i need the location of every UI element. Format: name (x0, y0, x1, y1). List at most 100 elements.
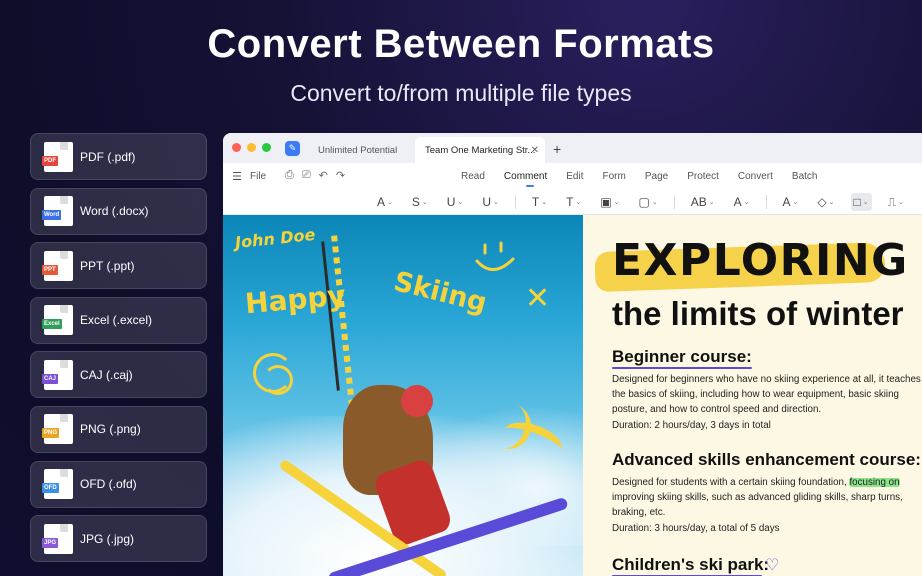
menu-item-edit[interactable]: Edit (566, 171, 583, 182)
highlight-tool-icon: A (377, 195, 386, 209)
squiggly-tool-button[interactable]: U ⌄ (479, 193, 502, 211)
file-icon: JPG (42, 523, 73, 554)
skier-photo: John Doe Happy Skiing ✕ (223, 215, 583, 576)
print-icon[interactable]: ⎚ (302, 169, 311, 182)
hero-title: Convert Between Formats (207, 22, 715, 66)
ab-tool-button[interactable]: AB ⌄ (688, 193, 718, 211)
chevron-down-icon: ⌄ (708, 199, 715, 206)
tab-unlimited-potential[interactable]: Unlimited Potential (318, 137, 397, 163)
file-icon: Excel (42, 305, 73, 336)
section-body: Designed for students with a certain ski… (612, 475, 922, 536)
font-color-tool-icon: A (733, 195, 742, 209)
section-paragraph: improving skiing skills, such as advance… (612, 492, 903, 519)
format-item[interactable]: PPT PPT (.ppt) (30, 242, 207, 290)
handwriting-name: John Doe (234, 224, 317, 253)
tab-team-one-marketing[interactable]: Team One Marketing Str... ✕ (415, 137, 545, 163)
file-type-tag: CAJ (42, 373, 59, 384)
smiley-doodle-icon (475, 241, 515, 271)
menu-item-comment[interactable]: Comment (504, 171, 547, 187)
underline-tool-icon: U (446, 195, 456, 209)
strikethrough-tool-button[interactable]: S ⌄ (409, 193, 431, 211)
format-item[interactable]: Word Word (.docx) (30, 187, 207, 235)
format-label: PPT (.ppt) (80, 258, 135, 273)
sparkle-doodle-icon: ✕ (525, 281, 551, 316)
chevron-down-icon: ⌄ (743, 199, 750, 206)
format-label: OFD (.ofd) (80, 477, 137, 492)
chevron-down-icon: ⌄ (651, 199, 658, 206)
file-icon: PDF (42, 141, 73, 172)
toolbar-divider (514, 195, 516, 209)
chevron-down-icon: ⌄ (862, 199, 869, 206)
format-item[interactable]: JPG JPG (.jpg) (30, 515, 207, 563)
skier-helmet (401, 385, 433, 417)
spiral-doodle (263, 365, 293, 395)
menu-item-protect[interactable]: Protect (687, 171, 719, 182)
textbox-tool-icon: T (566, 195, 574, 209)
toolbar-divider (673, 195, 675, 209)
file-type-tag: PDF (42, 155, 58, 166)
chevron-down-icon: ⌄ (541, 199, 548, 206)
note-tool-button[interactable]: ▣ ⌄ (597, 193, 622, 211)
save-icon[interactable]: ⎙ (285, 169, 294, 182)
format-label: JPG (.jpg) (80, 531, 135, 546)
font-color-tool-button[interactable]: A ⌄ (731, 193, 753, 211)
chevron-down-icon: ⌄ (575, 199, 582, 206)
toolbar-divider (765, 195, 767, 209)
textbox-tool-button[interactable]: T ⌄ (563, 193, 584, 211)
signature-tool-button[interactable]: ⎍ ⌄ (885, 193, 907, 211)
note-tool-icon: ▣ (600, 195, 612, 209)
new-tab-button[interactable]: + (553, 141, 561, 157)
format-item[interactable]: PDF PDF (.pdf) (30, 133, 207, 180)
callout-tool-button[interactable]: ▢ ⌄ (636, 193, 661, 211)
section-paragraph: Designed for beginners who have no skiin… (612, 374, 921, 416)
eraser-tool-icon: ◇ (817, 195, 827, 209)
underline-tool-button[interactable]: U ⌄ (444, 193, 467, 211)
section-title: Advanced skills enhancement course: (612, 450, 921, 469)
app-logo-icon: ✎ (285, 141, 300, 156)
format-item[interactable]: Excel Excel (.excel) (30, 296, 207, 344)
menu-item-convert[interactable]: Convert (738, 171, 773, 182)
main-menu: Read Comment Edit Form Page Protect Convert Bat… (461, 171, 836, 187)
minimize-window-button[interactable] (247, 143, 256, 152)
format-item[interactable]: OFD OFD (.ofd) (30, 460, 207, 508)
stamp-tool-button[interactable]: A ⌄ (780, 193, 802, 211)
file-type-tag: JPG (42, 537, 59, 548)
text-tool-icon: T (531, 195, 540, 209)
comment-toolbar: A ⌄ S ⌄ U ⌄ U ⌄ T ⌄ T ⌄ ▣ ⌄ ▢ ⌄ AB ⌄ A ⌄ A ⌄ ◇ ⌄ □ ⌄ ⎍ ⌄ (223, 189, 922, 215)
heart-doodle-icon: ♡ (765, 557, 780, 574)
redo-icon[interactable]: ↷ (336, 169, 345, 182)
menu-icon[interactable]: ☰ (232, 170, 242, 183)
chevron-down-icon: ⌄ (387, 199, 393, 206)
format-label: PDF (.pdf) (80, 149, 136, 164)
text-tool-button[interactable]: T ⌄ (529, 193, 550, 211)
section-duration: Duration: 3 hours/day, a total of 5 days (612, 522, 780, 534)
format-label: PNG (.png) (80, 422, 141, 437)
highlight-tool-button[interactable]: A ⌄ (374, 193, 396, 211)
close-window-button[interactable] (232, 143, 241, 152)
file-icon: PPT (42, 250, 73, 281)
format-list: PDF PDF (.pdf) Word Word (.docx) PPT PPT (.pp… (30, 133, 207, 570)
undo-icon[interactable]: ↶ (319, 169, 328, 182)
menu-item-batch[interactable]: Batch (792, 171, 818, 182)
tab-bar: ✎ Unlimited Potential Team One Marketing… (223, 133, 922, 163)
tab-label: Team One Marketing Str... (425, 144, 536, 156)
shape-tool-button[interactable]: □ ⌄ (850, 193, 872, 211)
close-tab-icon[interactable]: ✕ (531, 145, 539, 156)
file-menu[interactable]: File (250, 171, 266, 182)
format-label: Excel (.excel) (80, 313, 153, 328)
section-title: Beginner course: (612, 347, 752, 366)
menu-item-page[interactable]: Page (645, 171, 668, 182)
format-item[interactable]: CAJ CAJ (.caj) (30, 351, 207, 399)
menu-item-form[interactable]: Form (603, 171, 626, 182)
format-item[interactable]: PNG PNG (.png) (30, 405, 207, 453)
chevron-down-icon: ⌄ (828, 199, 835, 206)
ab-tool-icon: AB (690, 195, 707, 209)
zoom-window-button[interactable] (262, 143, 271, 152)
menu-item-read[interactable]: Read (461, 171, 485, 182)
format-label: CAJ (.caj) (80, 367, 133, 382)
green-highlight[interactable]: focusing on (849, 477, 900, 488)
file-type-tag: PPT (42, 264, 58, 275)
eraser-tool-button[interactable]: ◇ ⌄ (814, 193, 837, 211)
shape-tool-icon: □ (853, 195, 861, 209)
tab-label: Unlimited Potential (318, 144, 398, 156)
